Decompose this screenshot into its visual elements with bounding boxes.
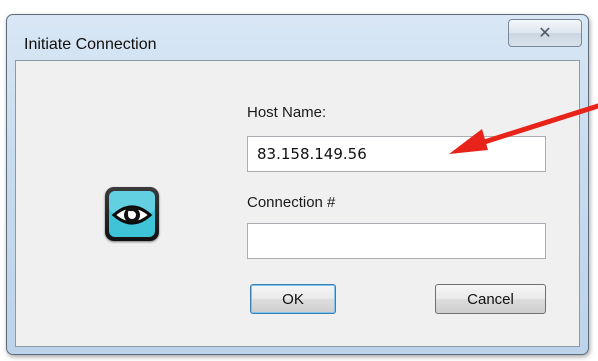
- ok-button[interactable]: OK: [250, 284, 336, 314]
- initiate-connection-dialog: Initiate Connection ✕ Host Name: Connect…: [6, 14, 589, 355]
- host-name-input[interactable]: [247, 136, 546, 172]
- window-title: Initiate Connection: [24, 36, 157, 53]
- eye-icon: [105, 187, 159, 241]
- connection-number-label: Connection #: [247, 194, 336, 211]
- close-button[interactable]: ✕: [508, 19, 582, 47]
- dialog-client-area: Host Name: Connection # OK Cancel: [15, 60, 580, 347]
- connection-number-input[interactable]: [247, 223, 546, 259]
- cancel-button[interactable]: Cancel: [435, 284, 546, 314]
- close-icon: ✕: [538, 25, 552, 42]
- title-bar[interactable]: Initiate Connection ✕: [7, 15, 588, 61]
- host-name-label: Host Name:: [247, 104, 327, 121]
